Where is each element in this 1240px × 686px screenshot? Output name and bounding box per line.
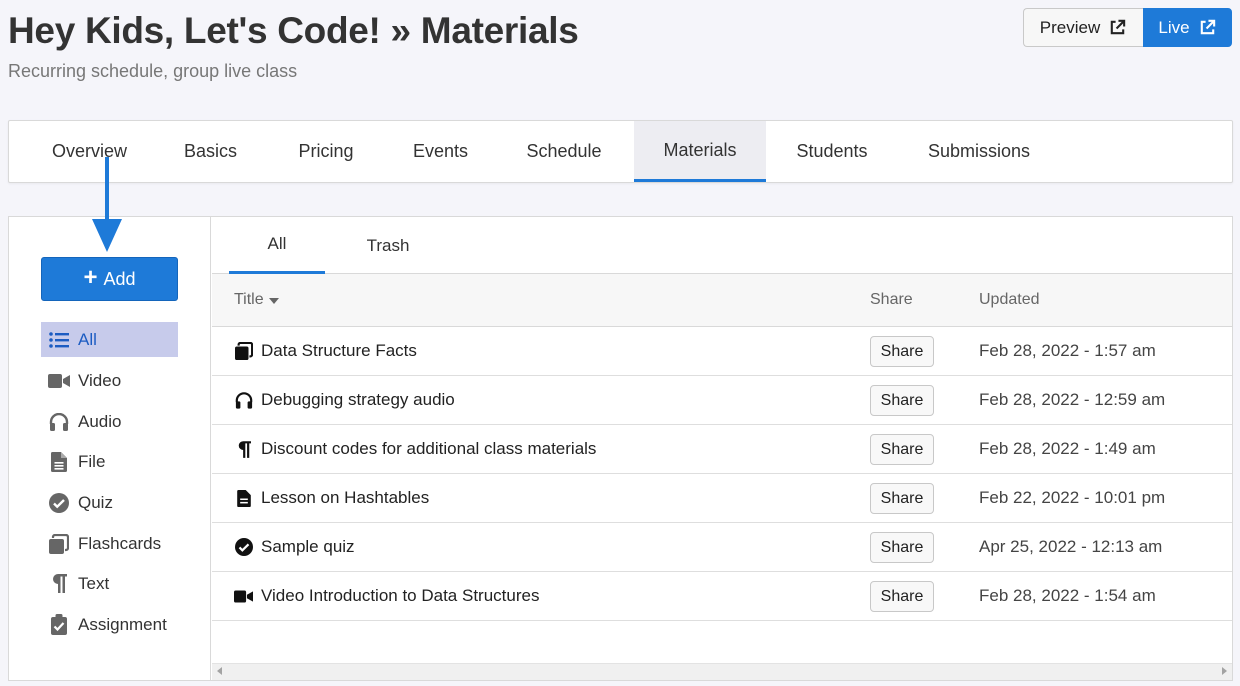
table-row[interactable]: Sample quiz Share Apr 25, 2022 - 12:13 a… [212,523,1232,572]
material-title[interactable]: Lesson on Hashtables [261,488,429,508]
preview-button[interactable]: Preview [1023,8,1143,47]
file-icon [234,489,253,508]
down-arrow-icon [92,157,122,252]
sidebar-item-label: Assignment [78,614,167,634]
share-button[interactable]: Share [870,336,934,367]
sidebar-item-flashcards[interactable]: Flashcards [41,526,178,561]
subtab-all[interactable]: All [229,217,325,274]
video-icon [234,587,253,606]
sidebar-item-quiz[interactable]: Quiz [41,485,178,520]
sidebar-item-video[interactable]: Video [41,363,178,398]
scroll-left-icon[interactable] [217,667,222,675]
material-title[interactable]: Sample quiz [261,537,355,557]
caret-down-icon [268,291,279,309]
view-buttons: Preview Live [1023,8,1232,47]
title-column-header[interactable]: Title [234,274,279,326]
sidebar-item-label: File [78,451,106,471]
paragraph-icon [234,440,253,459]
tab-materials[interactable]: Materials [634,121,766,182]
clipboard-check-icon [48,614,70,636]
sidebar-item-label: Quiz [78,492,113,512]
live-label: Live [1158,17,1190,37]
table-header: Title Share Updated [212,274,1232,327]
sidebar-item-file[interactable]: File [41,444,178,479]
page-title: Hey Kids, Let's Code! » Materials [8,10,579,51]
materials-panel: + Add All Video Audio File Quiz Flashcar… [8,216,1233,681]
materials-subtabs: All Trash [212,217,1232,274]
list-icon [48,329,70,351]
check-circle-icon [48,492,70,514]
sidebar-item-label: Text [78,573,110,593]
updated-date: Feb 28, 2022 - 1:57 am [979,341,1156,360]
headphones-icon [234,391,253,410]
material-title[interactable]: Discount codes for additional class mate… [261,439,596,459]
horizontal-scrollbar[interactable] [212,663,1232,680]
sidebar-item-audio[interactable]: Audio [41,404,178,439]
updated-date: Apr 25, 2022 - 12:13 am [979,537,1163,556]
share-button[interactable]: Share [870,581,934,612]
updated-date: Feb 28, 2022 - 1:49 am [979,439,1156,458]
sidebar-item-label: Video [78,370,122,390]
material-title[interactable]: Video Introduction to Data Structures [261,586,539,606]
main-tabs: Overview Basics Pricing Events Schedule … [8,120,1233,183]
sidebar-item-text[interactable]: Text [41,566,178,601]
external-link-icon [1108,18,1127,37]
live-button[interactable]: Live [1143,8,1232,47]
table-row[interactable]: Lesson on Hashtables Share Feb 22, 2022 … [212,474,1232,523]
sidebar-item-assignment[interactable]: Assignment [41,607,178,642]
table-row[interactable]: Video Introduction to Data Structures Sh… [212,572,1232,621]
material-title[interactable]: Data Structure Facts [261,341,417,361]
external-link-icon [1198,18,1217,37]
material-type-sidebar: + Add All Video Audio File Quiz Flashcar… [9,217,211,680]
table-row[interactable]: Discount codes for additional class mate… [212,425,1232,474]
headphones-icon [48,411,70,433]
share-column-header: Share [870,291,913,308]
table-row[interactable]: Data Structure Facts Share Feb 28, 2022 … [212,327,1232,376]
sidebar-item-label: Flashcards [78,533,162,553]
file-icon [48,451,70,473]
share-button[interactable]: Share [870,385,934,416]
sidebar-item-label: Audio [78,411,122,431]
updated-date: Feb 28, 2022 - 1:54 am [979,586,1156,605]
video-icon [48,370,70,392]
updated-date: Feb 22, 2022 - 10:01 pm [979,488,1166,507]
preview-label: Preview [1039,17,1101,37]
sidebar-item-all[interactable]: All [41,322,178,357]
share-button[interactable]: Share [870,483,934,514]
materials-list: All Trash Title Share Updated Data Struc… [212,217,1232,680]
share-button[interactable]: Share [870,434,934,465]
updated-column-header: Updated [979,291,1040,308]
check-circle-icon [234,538,253,557]
tab-schedule[interactable]: Schedule [509,121,619,182]
flashcards-icon [234,342,253,361]
plus-icon: + [83,264,98,291]
add-button[interactable]: + Add [41,257,178,301]
scroll-right-icon[interactable] [1222,667,1227,675]
subtab-trash[interactable]: Trash [342,217,434,274]
sidebar-item-label: All [78,329,97,349]
title-column-label: Title [234,291,264,308]
updated-date: Feb 28, 2022 - 12:59 am [979,390,1166,409]
tab-basics[interactable]: Basics [169,121,252,182]
add-label: Add [103,268,136,289]
share-button[interactable]: Share [870,532,934,563]
tab-students[interactable]: Students [780,121,884,182]
paragraph-icon [48,573,70,595]
material-title[interactable]: Debugging strategy audio [261,390,455,410]
tab-events[interactable]: Events [396,121,485,182]
page-subtitle: Recurring schedule, group live class [8,61,298,81]
flashcards-icon [48,533,70,555]
tab-pricing[interactable]: Pricing [279,121,373,182]
tab-submissions[interactable]: Submissions [915,121,1043,182]
table-row[interactable]: Debugging strategy audio Share Feb 28, 2… [212,376,1232,425]
